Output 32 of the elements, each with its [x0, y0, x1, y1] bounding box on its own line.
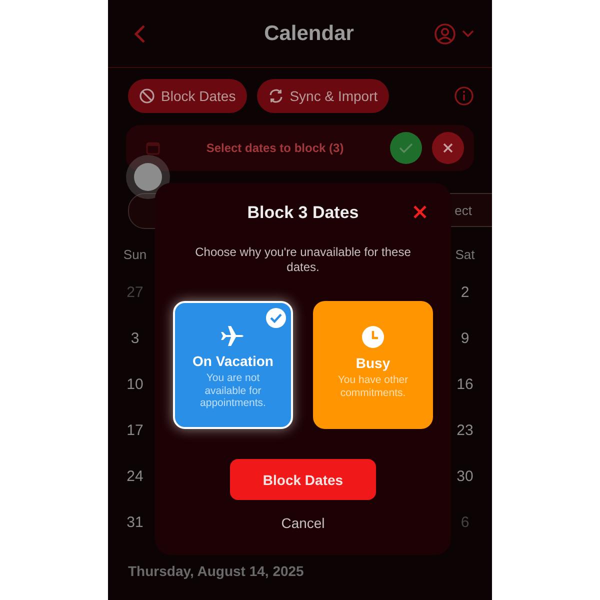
- dialog-title: Block 3 Dates: [247, 203, 359, 222]
- calendar-icon: [146, 141, 160, 155]
- clock-icon: [361, 325, 385, 349]
- day-cell[interactable]: 3: [114, 330, 156, 346]
- block-dates-button[interactable]: Block Dates: [230, 459, 376, 500]
- check-icon: [266, 308, 286, 328]
- day-cell[interactable]: 10: [114, 376, 156, 392]
- day-cell[interactable]: 31: [114, 514, 156, 530]
- check-icon: [399, 142, 413, 154]
- option-title: On Vacation: [192, 353, 274, 369]
- option-description: You have other commitments.: [336, 374, 410, 399]
- reason-option[interactable]: On Vacation You are not available for appointments.: [173, 301, 293, 429]
- close-icon: [413, 205, 427, 219]
- day-cell[interactable]: 24: [114, 468, 156, 484]
- day-cell[interactable]: 17: [114, 422, 156, 438]
- option-description: You are not available for appointments.: [199, 372, 267, 410]
- sync-icon: [268, 88, 284, 104]
- cancel-button[interactable]: Cancel: [275, 514, 331, 532]
- cancel-button[interactable]: [432, 132, 464, 164]
- selection-text: Select dates to block (3): [205, 141, 345, 155]
- dialog-description: Choose why you're unavailable for these dates.: [194, 245, 412, 275]
- weekday-label: Sun: [122, 246, 148, 262]
- toolbar-button[interactable]: Block Dates: [128, 79, 247, 113]
- screen-title: Calendar: [264, 22, 354, 46]
- toolbar-button[interactable]: Sync & Import: [256, 79, 389, 113]
- selected-date: Thursday, August 14, 2025: [127, 562, 305, 579]
- weekday-label: Sat: [454, 246, 476, 262]
- confirm-button[interactable]: [390, 132, 422, 164]
- airplane-icon: [220, 325, 246, 347]
- close-icon: [442, 142, 454, 154]
- option-title: Busy: [356, 355, 390, 371]
- block-icon: [139, 88, 155, 104]
